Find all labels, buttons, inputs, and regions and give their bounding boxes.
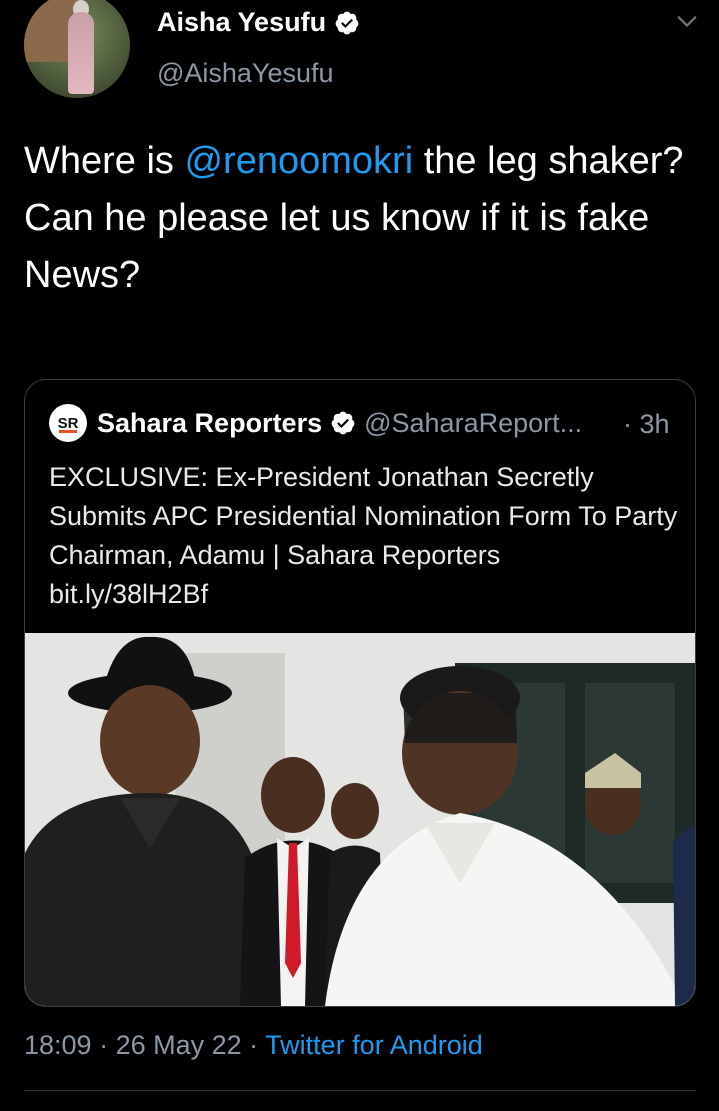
tweet-text-after: the leg shaker? bbox=[413, 140, 684, 182]
quoted-text: EXCLUSIVE: Ex-President Jonathan Secretl… bbox=[49, 458, 679, 614]
tweet-text: Where is @renoomokri the leg shaker? Can… bbox=[24, 133, 694, 304]
tweet-meta: 18:09 · 26 May 22 · Twitter for Android bbox=[24, 1030, 483, 1061]
author-name-row[interactable]: Aisha Yesufu bbox=[157, 7, 360, 38]
verified-icon bbox=[331, 411, 355, 435]
tweet-text-line2: Can he please let us know if it is fake … bbox=[24, 197, 650, 296]
quoted-tweet[interactable]: SR Sahara Reporters @SaharaReport... · 3… bbox=[24, 379, 696, 1007]
meta-separator: · bbox=[91, 1030, 116, 1060]
tweet-source-link[interactable]: Twitter for Android bbox=[265, 1030, 483, 1060]
tweet-text-before: Where is bbox=[24, 140, 185, 182]
verified-icon bbox=[335, 11, 359, 34]
quoted-author-name[interactable]: Sahara Reporters bbox=[97, 408, 322, 439]
photo-illustration bbox=[25, 633, 695, 1006]
quoted-body: EXCLUSIVE: Ex-President Jonathan Secretl… bbox=[49, 462, 678, 570]
logo-text: SR bbox=[57, 414, 79, 432]
author-handle[interactable]: @AishaYesufu bbox=[157, 58, 334, 89]
mention-link[interactable]: @renoomokri bbox=[184, 140, 413, 182]
tweet-date: 26 May 22 bbox=[115, 1030, 242, 1060]
sahara-reporters-logo: SR bbox=[49, 404, 87, 442]
avatar-figure bbox=[68, 12, 94, 94]
meta-separator: · bbox=[241, 1030, 266, 1060]
quoted-header: SR Sahara Reporters @SaharaReport... bbox=[49, 404, 582, 442]
quoted-timestamp: · 3h bbox=[623, 409, 670, 439]
author-name[interactable]: Aisha Yesufu bbox=[157, 7, 326, 38]
author-avatar[interactable] bbox=[24, 0, 130, 98]
quoted-link[interactable]: bit.ly/38lH2Bf bbox=[49, 579, 208, 609]
quoted-photo[interactable] bbox=[25, 633, 695, 1006]
quoted-author-handle[interactable]: @SaharaReport... bbox=[364, 408, 582, 439]
divider bbox=[24, 1090, 696, 1091]
tweet-time: 18:09 bbox=[24, 1030, 92, 1060]
chevron-down-icon[interactable] bbox=[676, 10, 698, 32]
